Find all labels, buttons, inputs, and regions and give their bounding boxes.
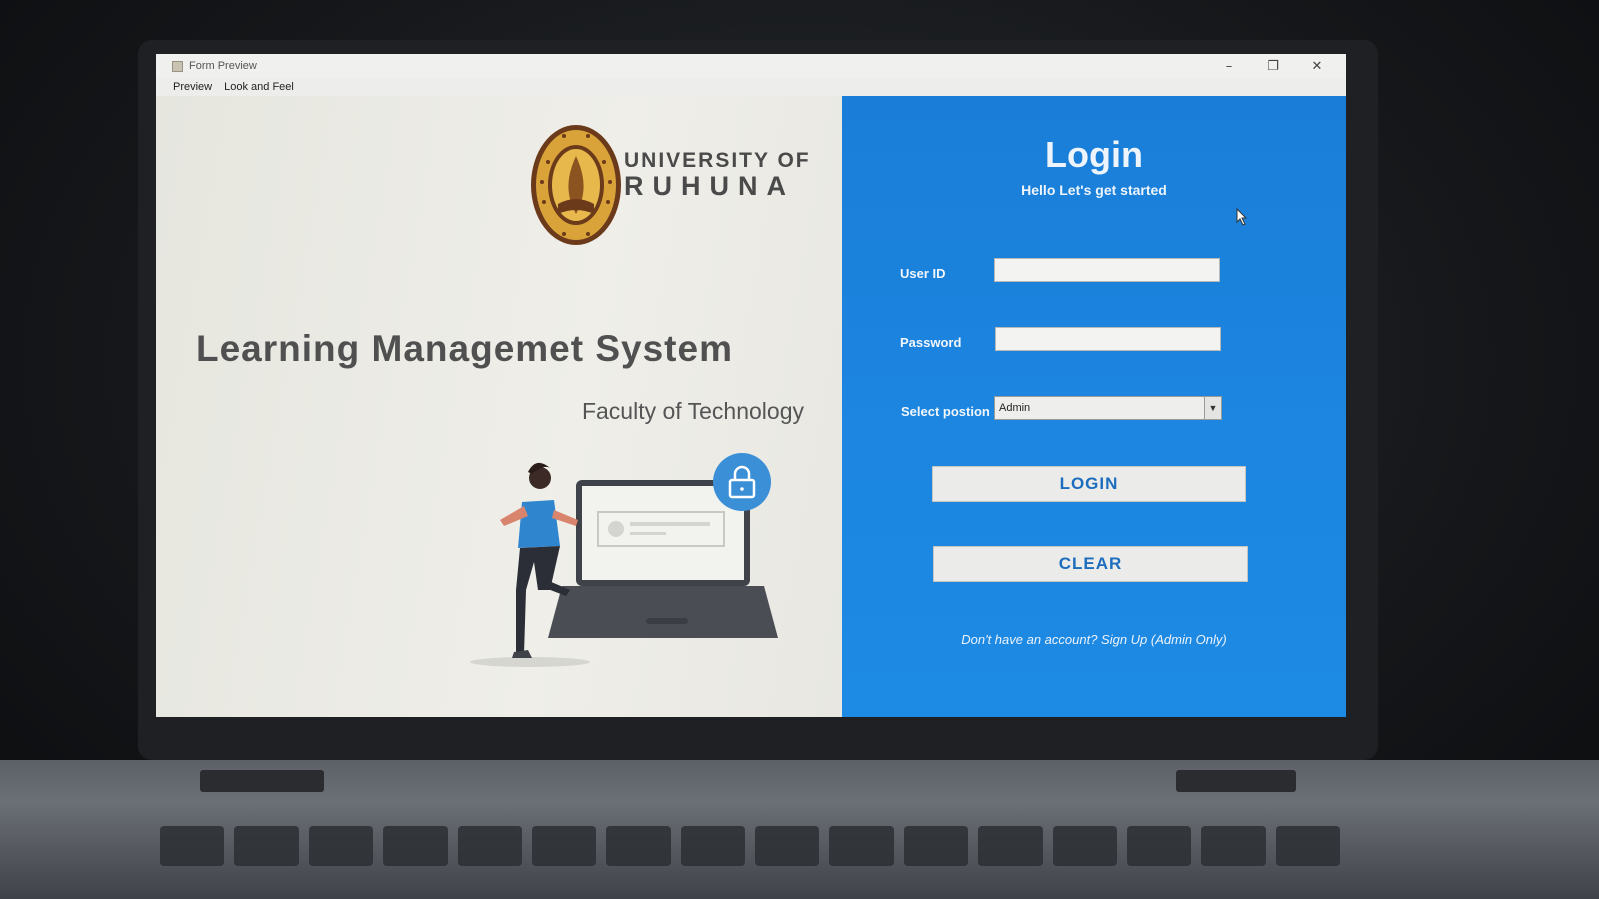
minimize-icon[interactable]: – [1220, 59, 1238, 74]
menu-bar: Preview Look and Feel [156, 78, 1346, 96]
university-name-line1: UNIVERSITY OF [624, 149, 811, 172]
maximize-icon[interactable]: ❐ [1264, 59, 1282, 74]
login-panel: Login Hello Let's get started User ID Pa… [842, 96, 1346, 717]
keyboard-function-row [160, 826, 1340, 866]
password-input[interactable] [995, 327, 1221, 351]
close-icon[interactable]: ✕ [1308, 59, 1326, 74]
position-select[interactable]: Admin ▼ [994, 396, 1222, 420]
form-preview-window: Form Preview – ❐ ✕ Preview Look and Feel [156, 54, 1346, 717]
user-id-label: User ID [900, 266, 946, 281]
menu-preview[interactable]: Preview [173, 81, 212, 93]
mouse-pointer-icon [1236, 208, 1248, 226]
position-selected-value: Admin [999, 402, 1031, 414]
system-title: Learning Managemet System [196, 328, 733, 369]
university-name-line2: RUHUNA [624, 171, 795, 201]
clear-button[interactable]: CLEAR [933, 546, 1248, 582]
window-controls: – ❐ ✕ [1220, 54, 1326, 78]
branding-panel: UNIVERSITY OF RUHUNA Learning Managemet … [156, 96, 842, 717]
login-subtitle: Hello Let's get started [1021, 182, 1167, 198]
login-heading: Login [1045, 134, 1143, 175]
password-label: Password [900, 335, 962, 350]
title-bar: Form Preview – ❐ ✕ [156, 54, 1346, 78]
window-title: Form Preview [189, 60, 257, 72]
user-id-input[interactable] [994, 258, 1220, 282]
chevron-down-icon[interactable]: ▼ [1204, 397, 1221, 419]
hinge-left [200, 770, 324, 792]
university-name: UNIVERSITY OF RUHUNA [624, 150, 811, 200]
login-button[interactable]: LOGIN [932, 466, 1246, 502]
position-label: Select postion [901, 404, 990, 419]
signup-link[interactable]: Don't have an account? Sign Up (Admin On… [842, 632, 1346, 647]
java-app-icon [172, 60, 183, 72]
university-seal-logo [531, 125, 621, 245]
login-illustration [470, 453, 778, 667]
faculty-subtitle: Faculty of Technology [581, 398, 804, 424]
hinge-right [1176, 770, 1296, 792]
menu-look-and-feel[interactable]: Look and Feel [224, 81, 294, 93]
